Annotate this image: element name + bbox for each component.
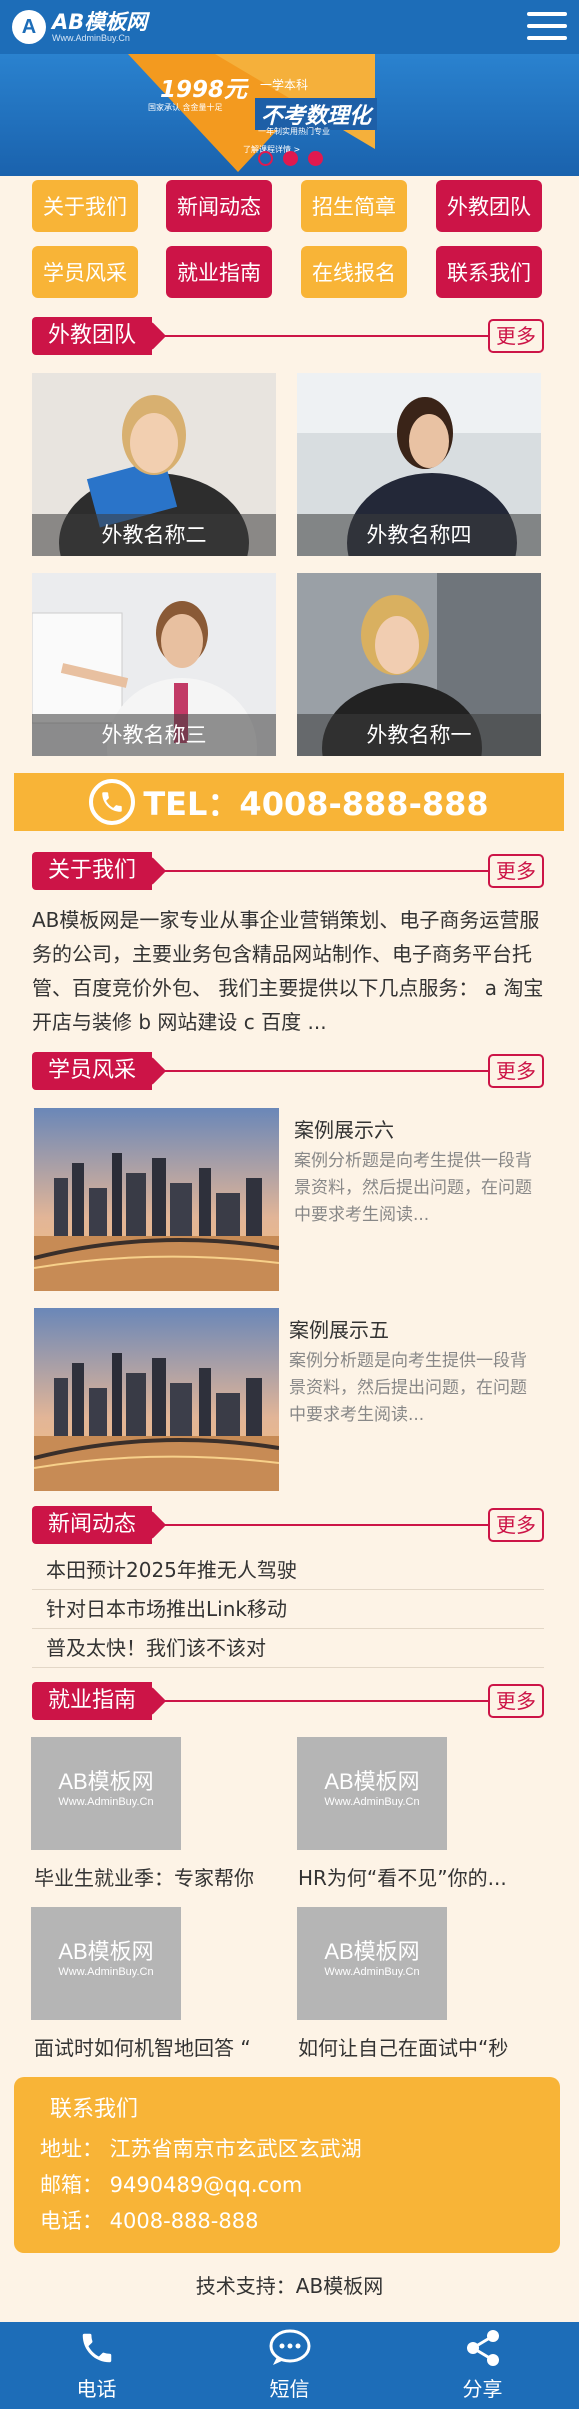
more-button[interactable]: 更多 xyxy=(488,1508,544,1542)
case-title[interactable]: 案例展示六 xyxy=(294,1114,394,1143)
phone-icon xyxy=(89,779,136,825)
bottom-nav: 电话 短信 分享 xyxy=(0,2322,579,2409)
case-image[interactable] xyxy=(34,1308,279,1491)
contact-email[interactable]: 邮箱： 9490489@qq.com xyxy=(40,2169,302,2199)
banner-subline: 一年制实用热门专业 xyxy=(258,127,330,136)
news-item[interactable]: 本田预计2025年推无人驾驶 xyxy=(32,1551,544,1590)
guide-thumbnail[interactable]: AB模板网 Www.AdminBuy.Cn xyxy=(297,1907,447,2020)
banner-small-text: 国家承认 含金量十足 xyxy=(148,103,223,112)
footer-share-button[interactable]: 分享 xyxy=(386,2322,579,2409)
footer-sms-button[interactable]: 短信 xyxy=(193,2322,386,2409)
teacher-card[interactable]: 外教名称二 xyxy=(32,373,276,556)
logo-subtitle: Www.AdminBuy.Cn xyxy=(52,32,130,43)
more-button[interactable]: 更多 xyxy=(488,1054,544,1088)
carousel-dot[interactable] xyxy=(258,151,273,166)
case-title[interactable]: 案例展示五 xyxy=(289,1314,389,1343)
footer-call-button[interactable]: 电话 xyxy=(0,2322,193,2409)
section-title: 就业指南 xyxy=(32,1682,153,1720)
section-title: 学员风采 xyxy=(32,1052,153,1090)
logo-badge: A xyxy=(12,10,46,44)
more-button[interactable]: 更多 xyxy=(488,319,544,353)
teacher-name: 外教名称四 xyxy=(297,514,541,556)
contact-title: 联系我们 xyxy=(50,2097,139,2122)
phone-bar[interactable]: TEL：4008-888-888 xyxy=(14,773,564,831)
nav-signup[interactable]: 在线报名 xyxy=(301,246,407,298)
share-icon xyxy=(466,2330,499,2366)
more-button[interactable]: 更多 xyxy=(488,854,544,888)
nav-students[interactable]: 学员风采 xyxy=(32,246,138,298)
guide-thumbnail[interactable]: AB模板网 Www.AdminBuy.Cn xyxy=(297,1737,447,1850)
case-description: 案例分析题是向考生提供一段背景资料，然后提出问题，在问题中要求考生阅读... xyxy=(289,1351,527,1425)
banner-price-sub: 一学本科 xyxy=(260,78,309,92)
nav-contact[interactable]: 联系我们 xyxy=(436,246,542,298)
teacher-card[interactable]: 外教名称三 xyxy=(32,573,276,756)
carousel-dot[interactable] xyxy=(283,151,298,166)
phone-number: TEL：4008-888-888 xyxy=(143,785,489,823)
menu-icon[interactable] xyxy=(527,9,567,43)
section-header-about: 关于我们 更多 xyxy=(32,852,544,890)
guide-thumbnail[interactable]: AB模板网 Www.AdminBuy.Cn xyxy=(31,1907,181,2020)
about-text: AB模板网是一家专业从事企业营销策划、电子商务运营服务的公司，主要业务包含精品网… xyxy=(32,908,544,1034)
phone-icon xyxy=(82,2333,111,2363)
nav-about[interactable]: 关于我们 xyxy=(32,180,138,232)
sms-icon xyxy=(269,2329,310,2365)
news-item[interactable]: 针对日本市场推出Link移动 xyxy=(32,1590,544,1629)
teacher-name: 外教名称一 xyxy=(297,714,541,756)
section-title: 新闻动态 xyxy=(32,1506,153,1544)
section-header-guide: 就业指南 更多 xyxy=(32,1682,544,1720)
guide-thumbnail[interactable]: AB模板网 Www.AdminBuy.Cn xyxy=(31,1737,181,1850)
case-description: 案例分析题是向考生提供一段背景资料，然后提出问题，在问题中要求考生阅读... xyxy=(294,1151,532,1225)
carousel-dot[interactable] xyxy=(308,151,323,166)
contact-address: 地址： 江苏省南京市玄武区玄武湖 xyxy=(40,2137,362,2161)
nav-admissions[interactable]: 招生简章 xyxy=(301,180,407,232)
logo[interactable]: A AB模板网 Www.AdminBuy.Cn xyxy=(12,10,147,44)
teacher-card[interactable]: 外教名称四 xyxy=(297,373,541,556)
teacher-name: 外教名称三 xyxy=(32,714,276,756)
guide-title[interactable]: 面试时如何机智地回答 “ xyxy=(34,2032,278,2061)
teacher-name: 外教名称二 xyxy=(32,514,276,556)
section-header-cases: 学员风采 更多 xyxy=(32,1052,544,1090)
logo-title: AB模板网 xyxy=(52,9,148,34)
nav-guide[interactable]: 就业指南 xyxy=(166,246,272,298)
section-header-teachers: 外教团队 更多 xyxy=(32,317,544,355)
contact-phone[interactable]: 电话： 4008-888-888 xyxy=(40,2205,258,2235)
case-image[interactable] xyxy=(34,1108,279,1291)
banner-price: 1998元 xyxy=(160,77,248,103)
contact-box: 联系我们 地址： 江苏省南京市玄武区玄武湖 邮箱： 9490489@qq.com… xyxy=(14,2077,560,2253)
header: A AB模板网 Www.AdminBuy.Cn xyxy=(0,0,579,54)
guide-title[interactable]: 如何让自己在面试中“秒 xyxy=(298,2032,542,2061)
tech-support[interactable]: 技术支持：AB模板网 xyxy=(0,2270,579,2299)
section-title: 外教团队 xyxy=(32,317,153,355)
section-header-news: 新闻动态 更多 xyxy=(32,1506,544,1544)
nav-teachers[interactable]: 外教团队 xyxy=(436,180,542,232)
teacher-card[interactable]: 外教名称一 xyxy=(297,573,541,756)
nav-news[interactable]: 新闻动态 xyxy=(166,180,272,232)
more-button[interactable]: 更多 xyxy=(488,1684,544,1718)
carousel-dots xyxy=(258,151,323,166)
section-title: 关于我们 xyxy=(32,852,153,890)
news-item[interactable]: 普及太快！我们该不该对 xyxy=(32,1629,544,1668)
guide-title[interactable]: HR为何“看不见”你的... xyxy=(298,1862,542,1891)
guide-title[interactable]: 毕业生就业季：专家帮你 xyxy=(34,1862,278,1891)
